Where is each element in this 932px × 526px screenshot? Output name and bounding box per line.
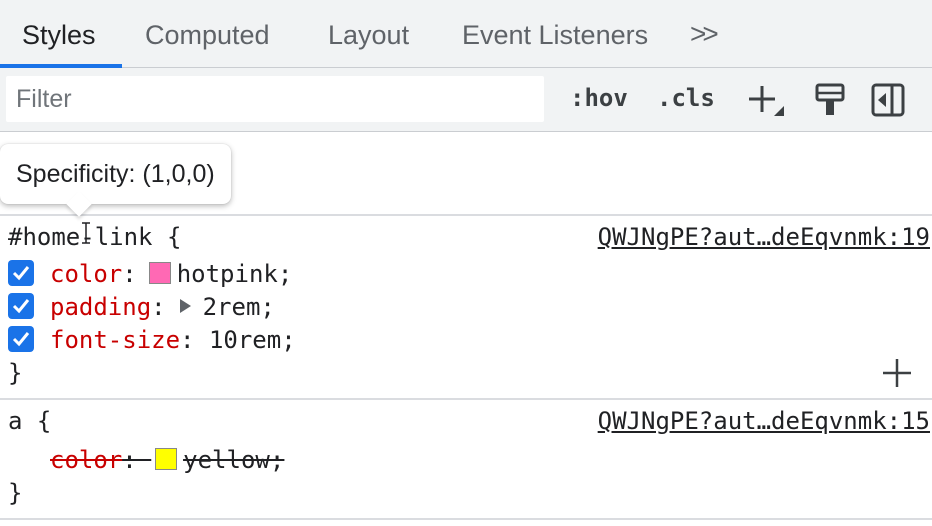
styles-pane: Specificity: (1,0,0) #home-link { QWJNgP…: [0, 132, 932, 524]
style-rule-a: a { QWJNgPE?aut…deEqvnmk:15 color: yello…: [0, 398, 932, 526]
declaration-checkbox[interactable]: [8, 326, 34, 352]
property-value[interactable]: 10rem;: [209, 326, 296, 354]
property-value[interactable]: hotpink;: [177, 260, 293, 288]
rule-selector[interactable]: #home-link {: [8, 221, 181, 254]
rule-selector[interactable]: a {: [8, 405, 51, 438]
tooltip-text: Specificity: (1,0,0): [16, 160, 215, 188]
rule-source-link[interactable]: QWJNgPE?aut…deEqvnmk:15: [598, 405, 930, 438]
rule-source-link[interactable]: QWJNgPE?aut…deEqvnmk:19: [598, 221, 930, 254]
declaration-color-overridden: color: yellow;: [50, 446, 285, 474]
toggle-sidebar-icon[interactable]: [870, 82, 906, 118]
styles-toolbar: :hov .cls: [0, 68, 932, 132]
hov-button[interactable]: :hov: [570, 84, 628, 112]
rule-close-brace: }: [8, 359, 23, 387]
color-swatch[interactable]: [148, 262, 171, 284]
specificity-tooltip: Specificity: (1,0,0): [0, 144, 231, 217]
panel-tab-bar: Styles Computed Layout Event Listeners >…: [0, 0, 932, 68]
property-value[interactable]: 2rem;: [203, 293, 275, 321]
property-name[interactable]: font-size: [50, 326, 180, 354]
tooltip-arrow: [66, 191, 92, 217]
declaration-checkbox[interactable]: [8, 293, 34, 319]
style-rule-home-link: #home-link { QWJNgPE?aut…deEqvnmk:19 col…: [0, 214, 932, 400]
property-name[interactable]: color: [50, 446, 122, 474]
color-swatch[interactable]: [155, 448, 178, 470]
filter-input[interactable]: [6, 76, 544, 122]
pane-divider: [0, 518, 932, 520]
tab-styles[interactable]: Styles: [22, 0, 96, 68]
declaration-checkbox[interactable]: [8, 260, 34, 286]
property-name[interactable]: padding: [50, 293, 151, 321]
cls-button[interactable]: .cls: [657, 84, 715, 112]
new-style-rule-icon[interactable]: [748, 82, 784, 118]
add-declaration-icon[interactable]: [880, 356, 914, 390]
tab-computed[interactable]: Computed: [145, 0, 270, 68]
text-cursor-icon: [82, 222, 90, 244]
rule-close-brace: }: [8, 479, 23, 507]
tab-event-listeners[interactable]: Event Listeners: [462, 0, 648, 68]
declaration-color: color: hotpink;: [8, 258, 292, 291]
partial-rule-above: [0, 132, 932, 144]
property-value[interactable]: yellow;: [183, 446, 284, 474]
declaration-font-size: font-size: 10rem;: [8, 324, 296, 357]
more-tabs-button[interactable]: >>: [690, 0, 719, 68]
expand-triangle-icon[interactable]: [179, 299, 191, 313]
paint-brush-icon[interactable]: [812, 82, 848, 118]
property-name[interactable]: color: [50, 260, 122, 288]
declaration-padding: padding: 2rem;: [8, 291, 275, 324]
tab-layout[interactable]: Layout: [328, 0, 409, 68]
